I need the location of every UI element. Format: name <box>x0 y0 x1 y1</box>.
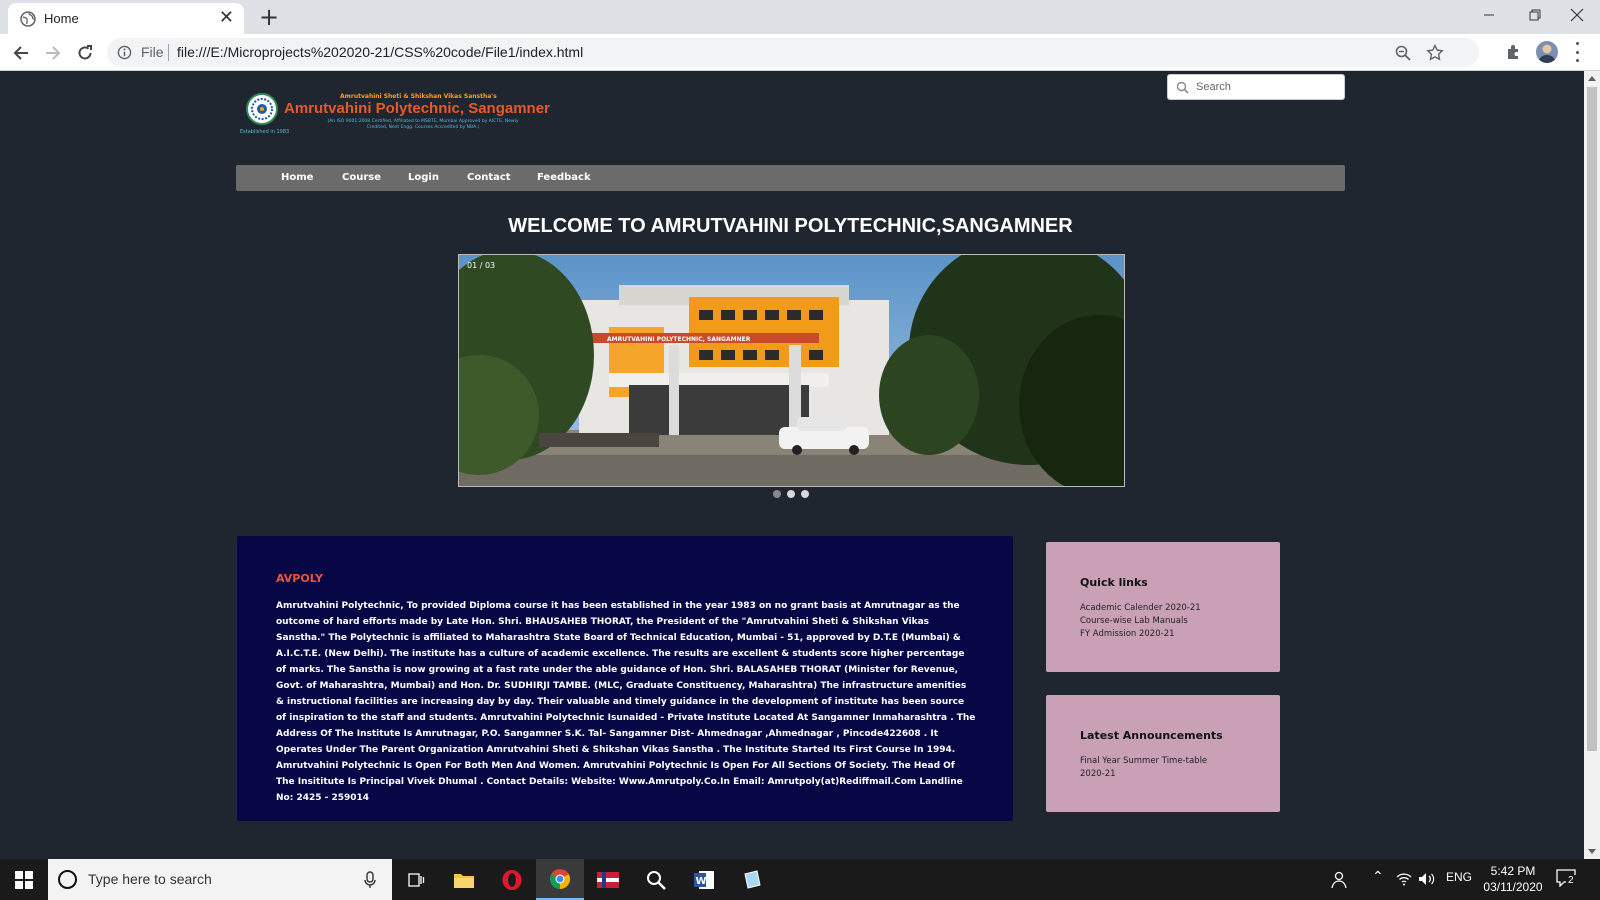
svg-text:W: W <box>696 876 707 887</box>
browser-menu-icon[interactable] <box>1574 42 1580 62</box>
search-tool-icon[interactable] <box>632 859 680 900</box>
quick-link-item[interactable]: Academic Calender 2020-21 <box>1080 602 1240 615</box>
tab-close-icon[interactable]: ✕ <box>219 8 234 28</box>
reload-icon[interactable] <box>74 42 96 64</box>
bookmark-star-icon[interactable] <box>1426 44 1444 62</box>
notifications-icon[interactable]: 2 <box>1556 869 1578 889</box>
cortana-icon <box>58 870 77 889</box>
restore-icon[interactable] <box>1512 0 1558 30</box>
system-clock[interactable]: 5:42 PM 03/11/2020 <box>1478 863 1548 895</box>
chrome-browser-icon[interactable] <box>536 859 584 900</box>
close-window-icon[interactable] <box>1554 0 1600 30</box>
quick-link-item[interactable]: FY Admission 2020-21 <box>1080 628 1240 641</box>
browser-tab-bar: Home ✕ + <box>0 0 1600 34</box>
file-explorer-icon[interactable] <box>440 859 488 900</box>
media-app-icon[interactable] <box>584 859 632 900</box>
language-indicator[interactable]: ENG <box>1446 870 1472 884</box>
nav-home-link[interactable]: Home <box>281 172 313 183</box>
new-tab-plus-icon[interactable]: + <box>259 4 279 30</box>
profile-avatar[interactable] <box>1536 41 1558 63</box>
nav-feedback-link[interactable]: Feedback <box>537 172 591 183</box>
slider-dot-3[interactable] <box>801 490 809 498</box>
announcement-item[interactable]: Final Year Summer Time-table 2020-21 <box>1080 755 1230 781</box>
windows-taskbar: Type here to search W ⌃ ENG 5:42 PM 03/1… <box>0 859 1600 900</box>
wifi-icon[interactable] <box>1396 872 1412 886</box>
notepad-icon[interactable] <box>728 859 776 900</box>
task-view-icon[interactable] <box>392 859 440 900</box>
slider-dot-2[interactable] <box>787 490 795 498</box>
quick-links-box: Quick links Academic Calender 2020-21 Co… <box>1046 542 1280 672</box>
clock-date: 03/11/2020 <box>1483 880 1543 894</box>
college-building-photo: AMRUTVAHINI POLYTECHNIC, SANGAMNER <box>459 255 1124 486</box>
college-seal-logo <box>246 93 278 125</box>
tab-title: Home <box>44 11 79 26</box>
scroll-down-icon[interactable] <box>1588 849 1596 854</box>
url-text[interactable]: file:///E:/Microprojects%202020-21/CSS%2… <box>177 44 583 60</box>
about-title: AVPOLY <box>276 572 323 585</box>
clock-time: 5:42 PM <box>1490 864 1536 878</box>
forward-arrow-icon[interactable] <box>42 42 64 64</box>
site-logo[interactable]: Established in 1983 Amrutvahini Sheti & … <box>240 91 570 139</box>
globe-icon <box>20 11 36 27</box>
opera-browser-icon[interactable] <box>488 859 536 900</box>
extensions-puzzle-icon[interactable] <box>1504 42 1524 62</box>
quick-link-item[interactable]: Course-wise Lab Manuals <box>1080 615 1240 628</box>
welcome-heading: WELCOME TO AMRUTVAHINI POLYTECHNIC,SANGA… <box>508 215 1073 237</box>
quick-links-list: Academic Calender 2020-21 Course-wise La… <box>1080 602 1240 641</box>
nav-course-link[interactable]: Course <box>342 172 381 183</box>
announcements-title: Latest Announcements <box>1080 729 1223 742</box>
slide-counter: 01 / 03 <box>467 261 496 270</box>
taskbar-search-box[interactable]: Type here to search <box>48 859 392 900</box>
address-bar: File file:///E:/Microprojects%202020-21/… <box>0 34 1600 71</box>
nav-login-link[interactable]: Login <box>408 172 439 183</box>
taskbar-search-placeholder: Type here to search <box>88 871 212 887</box>
scroll-up-icon[interactable] <box>1588 76 1596 81</box>
image-slider[interactable]: AMRUTVAHINI POLYTECHNIC, SANGAMNER 01 / … <box>458 254 1125 487</box>
slider-dot-1[interactable] <box>773 490 781 498</box>
url-scheme-label: File <box>141 44 164 60</box>
about-section: AVPOLY Amrutvahini Polytechnic, To provi… <box>237 536 1013 821</box>
notification-count-badge: 2 <box>1566 875 1576 886</box>
url-field[interactable]: File file:///E:/Microprojects%202020-21/… <box>107 38 1479 67</box>
people-icon[interactable] <box>1330 871 1348 889</box>
quick-links-title: Quick links <box>1080 576 1148 589</box>
url-divider <box>168 44 169 61</box>
info-icon[interactable] <box>117 45 132 60</box>
site-search-input[interactable] <box>1196 78 1336 96</box>
logo-accreditation-text: (An ISO 9001:2008 Certified, Affiliated … <box>327 119 519 130</box>
announcements-box: Latest Announcements Final Year Summer T… <box>1046 695 1280 812</box>
site-search-box[interactable] <box>1167 74 1345 100</box>
building-sign-text: AMRUTVAHINI POLYTECHNIC, SANGAMNER <box>607 336 751 343</box>
page-viewport: Established in 1983 Amrutvahini Sheti & … <box>0 71 1584 859</box>
scroll-thumb[interactable] <box>1587 87 1597 751</box>
zoom-icon[interactable] <box>1394 44 1412 62</box>
page-scrollbar[interactable] <box>1584 71 1600 859</box>
logo-college-name: Amrutvahini Polytechnic, Sangamner <box>284 100 550 117</box>
about-text: Amrutvahini Polytechnic, To provided Dip… <box>276 601 976 803</box>
show-hidden-icons-icon[interactable]: ⌃ <box>1372 868 1384 885</box>
logo-organization-text: Amrutvahini Sheti & Shikshan Vikas Sanst… <box>340 93 497 100</box>
minimize-icon[interactable] <box>1466 0 1512 30</box>
slider-dots <box>773 490 817 500</box>
logo-established-text: Established in 1983 <box>240 129 290 135</box>
microphone-icon[interactable] <box>364 871 376 889</box>
announcements-list: Final Year Summer Time-table 2020-21 <box>1080 755 1230 781</box>
windows-start-icon[interactable] <box>0 859 47 900</box>
back-arrow-icon[interactable] <box>10 42 32 64</box>
microsoft-word-icon[interactable]: W <box>680 859 728 900</box>
main-navigation: Home Course Login Contact Feedback <box>236 165 1345 191</box>
browser-tab[interactable]: Home ✕ <box>8 3 244 34</box>
search-icon <box>1176 81 1189 94</box>
nav-contact-link[interactable]: Contact <box>467 172 511 183</box>
volume-icon[interactable] <box>1418 872 1436 886</box>
